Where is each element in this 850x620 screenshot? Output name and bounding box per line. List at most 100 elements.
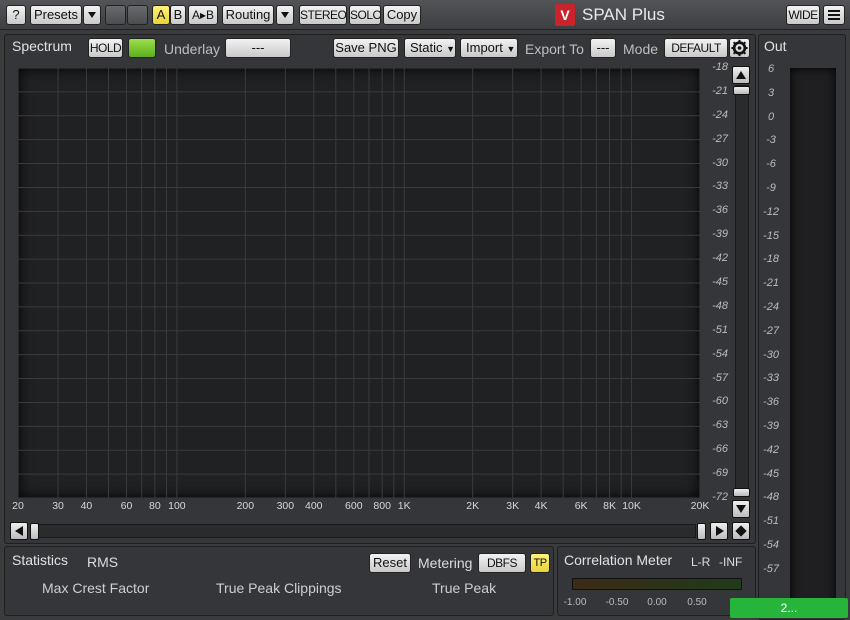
- copy-a-to-b-button[interactable]: A▸B: [188, 5, 218, 25]
- top-toolbar: ? Presets A B A▸B Routing STEREO SOLO Co…: [0, 0, 850, 30]
- stereo-button[interactable]: STEREO: [299, 5, 347, 25]
- underlay-select[interactable]: ---: [225, 38, 291, 58]
- state-a-button[interactable]: A: [152, 5, 170, 25]
- out-tick-label: 3: [767, 86, 775, 99]
- import-label: Import: [466, 40, 503, 55]
- y-tick-label: -36: [712, 204, 728, 217]
- x-tick-label: 3K: [506, 500, 520, 512]
- x-tick-label: 6K: [574, 500, 588, 512]
- export-to-select[interactable]: ---: [590, 38, 616, 58]
- y-tick-label: -57: [712, 371, 728, 384]
- app-title: SPAN Plus: [582, 5, 665, 24]
- presets-button[interactable]: Presets: [30, 5, 82, 25]
- spectrum-grid: [18, 68, 700, 498]
- x-tick-label: 300: [276, 500, 295, 512]
- horizontal-scroll-track[interactable]: [30, 524, 696, 538]
- spectrum-y-axis: -18 -21 -24 -27 -30 -33 -36 -39 -42 -45 -48 -51 -54 -…: [700, 60, 730, 503]
- correlation-meter-tab[interactable]: Correlation Meter: [564, 552, 672, 568]
- correlation-tick-label: 0.50: [687, 597, 707, 608]
- spectrum-tab[interactable]: Spectrum: [12, 38, 72, 54]
- correlation-value: -INF: [719, 555, 743, 569]
- x-tick-label: 1K: [397, 500, 411, 512]
- static-dropdown[interactable]: Static ▼: [404, 38, 456, 58]
- true-peak-clippings-label: True Peak Clippings: [216, 580, 342, 596]
- out-tick-label: -57: [763, 562, 779, 575]
- x-tick-label: 4K: [534, 500, 548, 512]
- chevron-down-icon: ▼: [506, 44, 516, 54]
- scroll-down-icon[interactable]: [732, 500, 750, 518]
- scroll-up-icon[interactable]: [732, 66, 750, 84]
- scroll-left-icon[interactable]: [10, 522, 28, 540]
- presets-dropdown-icon[interactable]: [83, 5, 101, 25]
- rms-tab[interactable]: RMS: [87, 554, 118, 570]
- out-tick-label: -33: [763, 372, 779, 385]
- horizontal-scrollbar[interactable]: [10, 522, 752, 540]
- statistics-tab[interactable]: Statistics: [12, 552, 68, 568]
- y-tick-label: -24: [712, 108, 728, 121]
- y-tick-label: -66: [712, 443, 728, 456]
- gear-icon[interactable]: [729, 38, 750, 58]
- hold-button[interactable]: HOLD: [88, 38, 123, 58]
- y-tick-label: -30: [712, 156, 728, 169]
- true-peak-toggle[interactable]: TP: [530, 553, 550, 573]
- watermark: 2...: [730, 598, 848, 618]
- vertical-scroll-thumb-top[interactable]: [733, 86, 750, 95]
- true-peak-label: True Peak: [432, 580, 497, 596]
- scroll-right-icon[interactable]: [710, 522, 728, 540]
- x-tick-label: 200: [236, 500, 255, 512]
- max-crest-factor-label: Max Crest Factor: [42, 580, 150, 596]
- y-tick-label: -27: [712, 132, 728, 145]
- correlation-channels[interactable]: L-R: [691, 555, 710, 569]
- metering-select[interactable]: DBFS: [478, 553, 526, 573]
- save-png-button[interactable]: Save PNG: [333, 38, 399, 58]
- spectrum-graph[interactable]: [18, 68, 700, 498]
- underlay-label: Underlay: [164, 41, 221, 57]
- correlation-tick-label: -1.00: [563, 597, 587, 608]
- horizontal-scroll-thumb-right[interactable]: [697, 523, 706, 540]
- out-tick-label: 0: [767, 110, 775, 123]
- x-tick-label: 80: [149, 500, 161, 512]
- y-tick-label: -54: [712, 347, 728, 360]
- out-tab[interactable]: Out: [764, 38, 787, 54]
- hamburger-icon[interactable]: [823, 5, 845, 25]
- vertical-scroll-thumb-bottom[interactable]: [733, 488, 750, 497]
- reset-button[interactable]: Reset: [369, 553, 411, 573]
- mode-select[interactable]: DEFAULT: [664, 38, 728, 58]
- help-button[interactable]: ?: [6, 5, 26, 25]
- out-tick-label: -6: [766, 158, 776, 171]
- import-dropdown[interactable]: Import ▼: [460, 38, 518, 58]
- out-tick-label: -12: [763, 205, 779, 218]
- reset-zoom-icon[interactable]: [732, 522, 750, 540]
- copy-button[interactable]: Copy: [383, 5, 421, 25]
- x-tick-label: 30: [52, 500, 64, 512]
- correlation-tick-label: 0.00: [647, 597, 667, 608]
- chevron-down-icon: ▼: [446, 44, 456, 54]
- hold-toggle[interactable]: [128, 38, 156, 58]
- static-label: Static: [410, 40, 443, 55]
- routing-dropdown-icon[interactable]: [276, 5, 294, 25]
- redo-button[interactable]: [127, 5, 148, 25]
- wide-button[interactable]: WIDE: [786, 5, 820, 25]
- out-tick-label: -27: [763, 324, 779, 337]
- out-tick-label: -45: [763, 467, 779, 480]
- state-b-button[interactable]: B: [170, 5, 186, 25]
- out-tick-label: -18: [763, 253, 779, 266]
- out-tick-label: -39: [763, 420, 779, 432]
- out-tick-label: -9: [766, 182, 776, 194]
- y-tick-label: -45: [712, 276, 728, 288]
- routing-button[interactable]: Routing: [222, 5, 274, 25]
- undo-button[interactable]: [105, 5, 126, 25]
- x-tick-label: 400: [305, 500, 323, 512]
- out-tick-label: -3: [766, 134, 776, 147]
- vertical-scroll-track[interactable]: [735, 85, 749, 489]
- x-tick-label: 20K: [690, 500, 710, 512]
- vertical-scrollbar[interactable]: [732, 66, 752, 518]
- horizontal-scroll-thumb-left[interactable]: [30, 523, 39, 540]
- x-tick-label: 60: [120, 500, 133, 512]
- out-tick-label: -24: [763, 301, 779, 313]
- y-tick-label: -39: [712, 228, 728, 241]
- solo-button[interactable]: SOLO: [349, 5, 381, 25]
- y-tick-label: -33: [712, 180, 728, 193]
- metering-label: Metering: [418, 555, 473, 571]
- x-tick-label: 100: [168, 500, 186, 512]
